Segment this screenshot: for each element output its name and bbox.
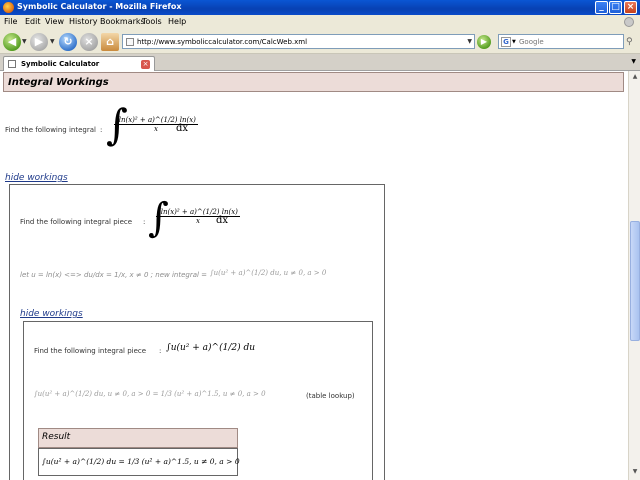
arrow-right-icon: ▶ — [34, 35, 44, 48]
page-title: Integral Workings — [8, 77, 109, 88]
url-dropdown-icon[interactable]: ▼ — [467, 38, 472, 45]
menu-bar: File Edit View History Bookmarks Tools H… — [0, 15, 640, 29]
stop-icon: × — [84, 35, 94, 48]
tab-symbolic-calculator[interactable]: Symbolic Calculator × — [3, 56, 155, 71]
menu-bookmarks[interactable]: Bookmarks — [100, 17, 145, 26]
page-header: Integral Workings — [3, 72, 624, 92]
forward-button[interactable]: ▶ — [30, 33, 48, 51]
inner-integral: ∫u(u² + a)^(1/2) du — [166, 343, 256, 353]
menu-edit[interactable]: Edit — [25, 17, 41, 26]
reload-button[interactable]: ↻ — [59, 33, 77, 51]
minimize-button[interactable]: _ — [595, 1, 608, 14]
throbber-icon — [624, 17, 634, 27]
back-button[interactable]: ◀ — [3, 33, 21, 51]
back-dropdown-icon[interactable]: ▼ — [22, 38, 28, 46]
menu-view[interactable]: View — [45, 17, 64, 26]
tab-strip: Symbolic Calculator × ▼ — [0, 54, 640, 71]
home-button[interactable]: ⌂ — [101, 33, 119, 51]
main-dx: dx — [176, 123, 189, 134]
page-icon — [8, 60, 16, 68]
search-icon[interactable]: ⚲ — [626, 37, 633, 47]
table-lookup-expression: ∫u(u² + a)^(1/2) du, u ≠ 0, a > 0 = 1/3 … — [34, 390, 266, 398]
piece-prompt-2: Find the following integral piece — [34, 347, 147, 355]
colon: : — [100, 126, 103, 134]
scroll-thumb[interactable] — [630, 221, 640, 341]
page-icon — [126, 38, 134, 46]
table-lookup-note: (table lookup) — [306, 392, 355, 400]
navigation-toolbar: ◀ ▼ ▶ ▼ ↻ × ⌂ ▼ ▶ G ▼ ⚲ — [0, 29, 640, 54]
page-content: Integral Workings Find the following int… — [0, 71, 628, 480]
result-box: ∫u(u² + a)^(1/2) du = 1/3 (u² + a)^1.5, … — [38, 448, 240, 476]
reload-icon: ↻ — [63, 35, 73, 48]
firefox-icon — [3, 2, 14, 13]
tab-close-icon[interactable]: × — [141, 60, 150, 69]
forward-dropdown-icon[interactable]: ▼ — [50, 38, 56, 46]
tab-label: Symbolic Calculator — [21, 60, 100, 68]
piece-dx: dx — [216, 215, 229, 226]
window-title: Symbolic Calculator - Mozilla Firefox — [17, 2, 182, 11]
play-icon: ▶ — [480, 37, 488, 46]
arrow-left-icon: ◀ — [7, 35, 17, 48]
hide-workings-link[interactable]: hide workings — [20, 309, 83, 319]
result-label: Result — [42, 432, 71, 442]
result-header: Result — [38, 428, 238, 448]
scroll-down-icon[interactable]: ▼ — [630, 467, 640, 477]
hide-workings-link[interactable]: hide workings — [5, 173, 68, 183]
url-input[interactable] — [137, 36, 462, 48]
colon: : — [143, 218, 146, 226]
main-prompt: Find the following integral — [5, 126, 96, 134]
scroll-up-icon[interactable]: ▲ — [630, 72, 640, 82]
menu-help[interactable]: Help — [168, 17, 186, 26]
go-button[interactable]: ▶ — [477, 35, 491, 49]
google-icon[interactable]: G — [501, 37, 511, 47]
colon: : — [159, 347, 162, 355]
menu-file[interactable]: File — [4, 17, 17, 26]
workings-box: Find the following integral piece : ∫ (l… — [9, 184, 385, 480]
result-expression: ∫u(u² + a)^(1/2) du = 1/3 (u² + a)^1.5, … — [42, 457, 240, 466]
search-engine-dropdown-icon[interactable]: ▼ — [512, 39, 516, 45]
title-bar: Symbolic Calculator - Mozilla Firefox _ … — [0, 0, 640, 15]
substitution-text: let u = ln(x) <=> du/dx = 1/x, x ≠ 0 ; n… — [20, 271, 208, 279]
inner-workings-box: Find the following integral piece : ∫u(u… — [23, 321, 373, 480]
new-integral: ∫u(u² + a)^(1/2) du, u ≠ 0, a > 0 — [210, 269, 327, 277]
tab-list-icon[interactable]: ▼ — [631, 58, 636, 65]
menu-history[interactable]: History — [69, 17, 97, 26]
piece-prompt: Find the following integral piece — [20, 218, 133, 226]
menu-tools[interactable]: Tools — [142, 17, 162, 26]
url-bar[interactable]: ▼ — [122, 34, 475, 49]
search-bar[interactable]: G ▼ — [498, 34, 624, 49]
home-icon: ⌂ — [106, 35, 114, 48]
search-input[interactable] — [519, 36, 619, 48]
vertical-scrollbar[interactable]: ▲ ▼ — [628, 71, 640, 480]
maximize-button[interactable]: □ — [609, 1, 622, 14]
stop-button[interactable]: × — [80, 33, 98, 51]
close-button[interactable]: × — [624, 1, 637, 14]
